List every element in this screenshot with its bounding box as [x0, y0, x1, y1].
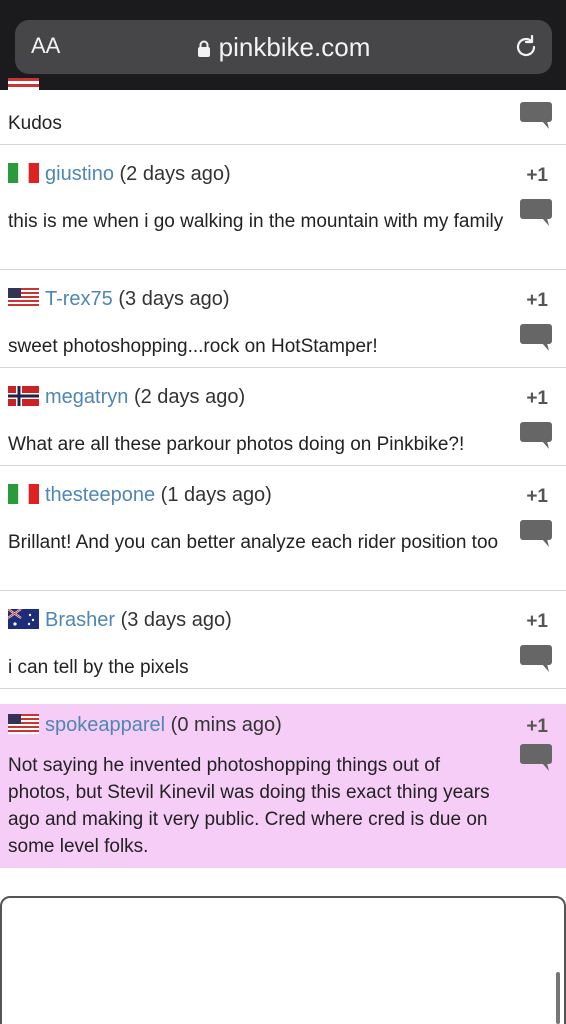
comment-header: giustino (2 days ago) [8, 163, 231, 186]
comment-header: thesteepone (1 days ago) [8, 484, 272, 507]
upvote-button[interactable]: +1 [526, 290, 548, 312]
comment-body: Not saying he invented photoshopping thi… [8, 755, 490, 857]
upvote-button[interactable]: +1 [526, 716, 548, 738]
comment-item: T-rex75 (3 days ago) +1 sweet photoshopp… [0, 270, 566, 368]
comment-body: Kudos [8, 113, 62, 134]
flag-usa-icon [8, 714, 39, 734]
comment-body: this is me when i go walking in the moun… [8, 211, 504, 232]
comment-time: (3 days ago) [118, 288, 230, 310]
flag-usa-icon [8, 78, 39, 98]
reply-bubble-icon[interactable] [520, 645, 552, 675]
comment-item: giustino (2 days ago) +1 this is me when… [0, 145, 566, 270]
comment-item: Kudos [0, 78, 566, 145]
flag-italy-icon [8, 163, 39, 183]
comment-time: (3 days ago) [120, 609, 232, 631]
flag-australia-icon [8, 609, 39, 629]
reply-bubble-icon[interactable] [520, 422, 552, 452]
comment-header: spokeapparel (0 mins ago) [8, 714, 282, 737]
url-display[interactable]: pinkbike.com [15, 32, 552, 63]
upvote-button[interactable]: +1 [526, 165, 548, 187]
upvote-button[interactable]: +1 [526, 611, 548, 633]
username-link[interactable]: thesteepone [45, 484, 155, 506]
comment-item-highlighted: spokeapparel (0 mins ago) +1 Not saying … [0, 704, 566, 868]
username-link[interactable]: megatryn [45, 386, 128, 408]
comment-body: sweet photoshopping...rock on HotStamper… [8, 336, 378, 357]
comment-item: thesteepone (1 days ago) +1 Brillant! An… [0, 466, 566, 591]
comment-body: What are all these parkour photos doing … [8, 434, 465, 455]
reply-bubble-icon[interactable] [520, 520, 552, 550]
upvote-button[interactable]: +1 [526, 486, 548, 508]
comment-time: (2 days ago) [119, 163, 231, 185]
upvote-button[interactable]: +1 [526, 388, 548, 410]
username-link[interactable]: T-rex75 [45, 288, 113, 310]
address-bar[interactable]: AA pinkbike.com [15, 20, 552, 74]
username-link[interactable]: spokeapparel [45, 714, 165, 736]
comment-body: Brillant! And you can better analyze eac… [8, 532, 499, 553]
comment-header: megatryn (2 days ago) [8, 386, 245, 409]
url-text: pinkbike.com [218, 32, 371, 62]
browser-chrome: AA pinkbike.com [0, 0, 566, 90]
reply-bubble-icon[interactable] [520, 324, 552, 354]
flag-usa-icon [8, 288, 39, 308]
reply-bubble-icon[interactable] [520, 744, 552, 774]
flag-italy-icon [8, 484, 39, 504]
reply-textarea[interactable] [0, 896, 566, 1024]
comment-header: T-rex75 (3 days ago) [8, 288, 230, 311]
scrollbar[interactable] [556, 972, 560, 1024]
comment-body: i can tell by the pixels [8, 657, 189, 678]
comment-item: Brasher (3 days ago) +1 i can tell by th… [0, 591, 566, 689]
lock-icon [197, 40, 210, 58]
reload-icon[interactable] [512, 33, 540, 61]
comment-time: (2 days ago) [133, 386, 246, 408]
comment-time: (0 mins ago) [170, 714, 282, 736]
username-link[interactable]: Brasher [45, 609, 115, 631]
reply-bubble-icon[interactable] [520, 102, 552, 132]
username-link[interactable]: giustino [45, 163, 114, 185]
comment-header: Brasher (3 days ago) [8, 609, 232, 632]
flag-norway-icon [8, 386, 39, 406]
reply-bubble-icon[interactable] [520, 199, 552, 229]
comment-time: (1 days ago) [160, 484, 272, 506]
comment-item: megatryn (2 days ago) +1 What are all th… [0, 368, 566, 466]
